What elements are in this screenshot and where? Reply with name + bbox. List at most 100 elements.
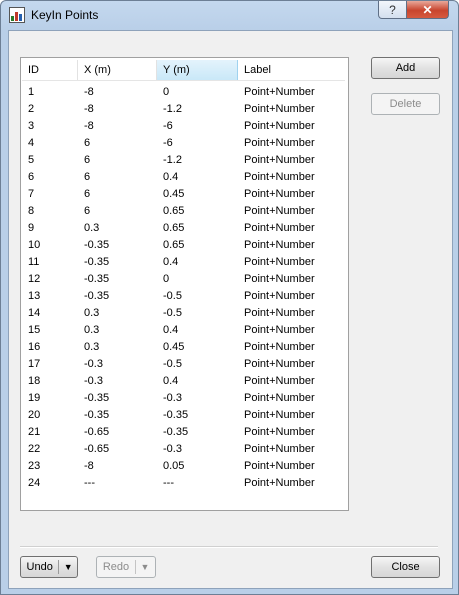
cell-x: 6 xyxy=(84,171,91,183)
cell-x: -0.35 xyxy=(84,256,110,268)
cell-id: 22 xyxy=(28,443,41,455)
table-row[interactable]: 4 6 -6 Point+Number xyxy=(22,135,345,152)
redo-button[interactable]: Redo ▼ xyxy=(96,556,156,578)
cell-y: 0.4 xyxy=(163,324,179,336)
cell-id: 23 xyxy=(28,460,41,472)
cell-id: 11 xyxy=(28,256,40,268)
separator xyxy=(20,546,438,548)
cell-x: -0.35 xyxy=(84,392,110,404)
cell-id: 24 xyxy=(28,477,41,489)
cell-y: -0.5 xyxy=(163,358,182,370)
table-row[interactable]: 5 6 -1.2 Point+Number xyxy=(22,152,345,169)
cell-label: Point+Number xyxy=(244,324,315,336)
table-row[interactable]: 6 6 0.4 Point+Number xyxy=(22,169,345,186)
cell-y: 0.65 xyxy=(163,222,185,234)
cell-id: 13 xyxy=(28,290,41,302)
column-header-y[interactable]: Y (m) xyxy=(157,60,238,80)
dialog-body: ID X (m) Y (m) Label 1 -8 0 Point+Number 2 -8… xyxy=(8,30,453,589)
cell-x: -0.3 xyxy=(84,375,103,387)
table-row[interactable]: 18 -0.3 0.4 Point+Number xyxy=(22,373,345,390)
cell-y: -1.2 xyxy=(163,154,182,166)
cell-y: 0.05 xyxy=(163,460,185,472)
table-row[interactable]: 20 -0.35 -0.35 Point+Number xyxy=(22,407,345,424)
cell-x: --- xyxy=(84,477,95,489)
points-table[interactable]: ID X (m) Y (m) Label 1 -8 0 Point+Number 2 -8… xyxy=(20,57,349,511)
table-row[interactable]: 14 0.3 -0.5 Point+Number xyxy=(22,305,345,322)
cell-y: 0 xyxy=(163,273,170,285)
table-row[interactable]: 21 -0.65 -0.35 Point+Number xyxy=(22,424,345,441)
undo-dropdown-arrow-icon[interactable]: ▼ xyxy=(59,557,77,577)
cell-y: -6 xyxy=(163,137,173,149)
cell-id: 7 xyxy=(28,188,35,200)
redo-dropdown-arrow-icon[interactable]: ▼ xyxy=(136,557,154,577)
column-header-x[interactable]: X (m) xyxy=(78,60,157,80)
cell-id: 2 xyxy=(28,103,35,115)
cell-y: 0.65 xyxy=(163,239,185,251)
cell-x: -0.35 xyxy=(84,409,110,421)
cell-id: 1 xyxy=(28,86,35,98)
cell-x: -8 xyxy=(84,460,94,472)
table-row[interactable]: 1 -8 0 Point+Number xyxy=(22,84,345,101)
cell-label: Point+Number xyxy=(244,443,315,455)
cell-x: 6 xyxy=(84,137,91,149)
cell-label: Point+Number xyxy=(244,426,315,438)
table-row[interactable]: 7 6 0.45 Point+Number xyxy=(22,186,345,203)
table-row[interactable]: 15 0.3 0.4 Point+Number xyxy=(22,322,345,339)
table-row[interactable]: 13 -0.35 -0.5 Point+Number xyxy=(22,288,345,305)
cell-y: 0.4 xyxy=(163,171,179,183)
cell-label: Point+Number xyxy=(244,341,315,353)
delete-button[interactable]: Delete xyxy=(371,93,440,115)
cell-label: Point+Number xyxy=(244,154,315,166)
cell-x: -0.35 xyxy=(84,239,110,251)
cell-x: 6 xyxy=(84,154,91,166)
close-icon: ✕ xyxy=(422,2,433,17)
cell-id: 4 xyxy=(28,137,35,149)
window-title: KeyIn Points xyxy=(31,8,99,22)
cell-id: 21 xyxy=(28,426,41,438)
cell-y: 0.4 xyxy=(163,256,179,268)
table-row[interactable]: 16 0.3 0.45 Point+Number xyxy=(22,339,345,356)
table-row[interactable]: 8 6 0.65 Point+Number xyxy=(22,203,345,220)
cell-y: 0.45 xyxy=(163,341,185,353)
cell-id: 10 xyxy=(28,239,41,251)
column-header-label[interactable]: Label xyxy=(238,60,345,80)
table-row[interactable]: 11 -0.35 0.4 Point+Number xyxy=(22,254,345,271)
cell-label: Point+Number xyxy=(244,103,315,115)
table-row[interactable]: 2 -8 -1.2 Point+Number xyxy=(22,101,345,118)
table-row[interactable]: 9 0.3 0.65 Point+Number xyxy=(22,220,345,237)
cell-label: Point+Number xyxy=(244,307,315,319)
cell-id: 9 xyxy=(28,222,35,234)
redo-button-label: Redo xyxy=(102,561,130,573)
cell-y: -0.5 xyxy=(163,290,182,302)
cell-label: Point+Number xyxy=(244,188,315,200)
column-header-id[interactable]: ID xyxy=(22,60,78,80)
table-row[interactable]: 10 -0.35 0.65 Point+Number xyxy=(22,237,345,254)
table-row[interactable]: 12 -0.35 0 Point+Number xyxy=(22,271,345,288)
cell-id: 12 xyxy=(28,273,41,285)
delete-button-label: Delete xyxy=(389,98,422,110)
window-close-button[interactable]: ✕ xyxy=(406,1,449,19)
table-row[interactable]: 17 -0.3 -0.5 Point+Number xyxy=(22,356,345,373)
cell-id: 14 xyxy=(28,307,41,319)
table-row[interactable]: 3 -8 -6 Point+Number xyxy=(22,118,345,135)
add-button[interactable]: Add xyxy=(371,57,440,79)
cell-y: -0.35 xyxy=(163,426,189,438)
cell-label: Point+Number xyxy=(244,460,315,472)
undo-button-label: Undo xyxy=(26,561,53,573)
close-button[interactable]: Close xyxy=(371,556,440,578)
undo-button[interactable]: Undo ▼ xyxy=(20,556,78,578)
table-row[interactable]: 22 -0.65 -0.3 Point+Number xyxy=(22,441,345,458)
cell-x: 6 xyxy=(84,188,91,200)
title-bar[interactable]: KeyIn Points ? ✕ xyxy=(1,1,458,29)
cell-label: Point+Number xyxy=(244,171,315,183)
cell-x: 0.3 xyxy=(84,307,100,319)
cell-x: 0.3 xyxy=(84,341,100,353)
cell-id: 16 xyxy=(28,341,41,353)
cell-id: 18 xyxy=(28,375,41,387)
cell-label: Point+Number xyxy=(244,86,315,98)
table-row[interactable]: 24 --- --- Point+Number xyxy=(22,475,345,492)
table-row[interactable]: 23 -8 0.05 Point+Number xyxy=(22,458,345,475)
table-row[interactable]: 19 -0.35 -0.3 Point+Number xyxy=(22,390,345,407)
help-button[interactable]: ? xyxy=(378,1,407,19)
cell-label: Point+Number xyxy=(244,477,315,489)
